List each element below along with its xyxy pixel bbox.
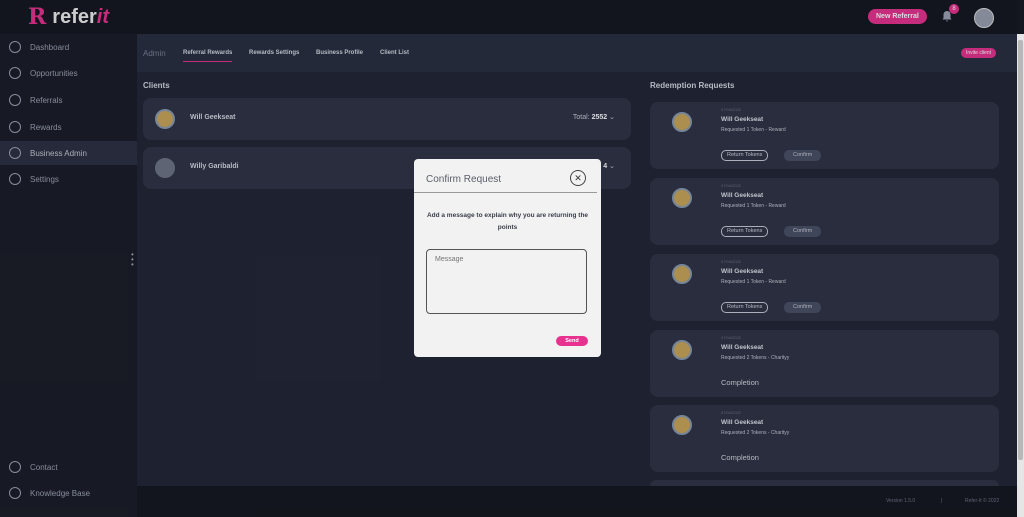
send-button[interactable]: Send (556, 336, 588, 346)
scrollbar-thumb[interactable] (1018, 40, 1023, 460)
close-icon[interactable]: ✕ (570, 170, 586, 186)
page-scrollbar[interactable] (1017, 34, 1024, 517)
modal-message: Add a message to explain why you are ret… (426, 212, 589, 231)
modal-title: Confirm Request (426, 174, 502, 185)
message-field[interactable] (426, 249, 587, 314)
modal-divider (414, 192, 597, 193)
confirm-request-modal: Confirm Request ✕ Add a message to expla… (414, 159, 601, 357)
